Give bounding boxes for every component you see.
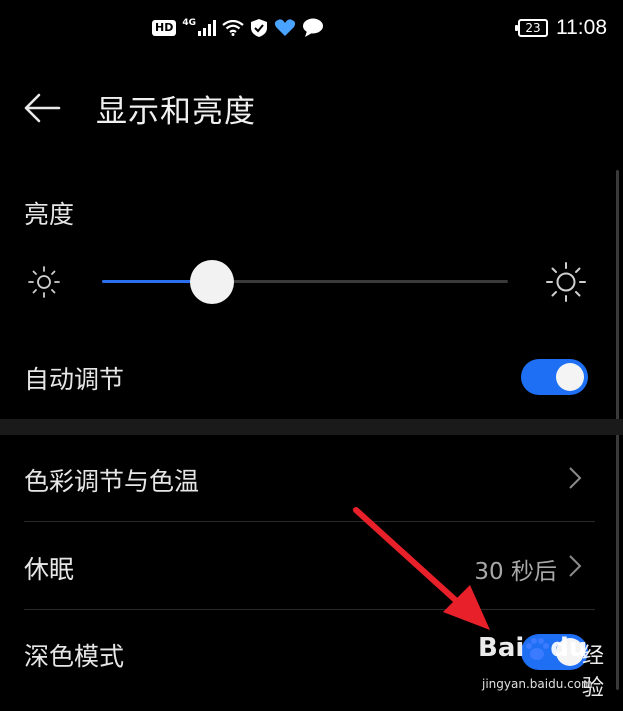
row-divider — [24, 521, 595, 522]
chevron-right-icon — [569, 467, 582, 489]
row-divider — [24, 609, 595, 610]
color-temperature-label[interactable]: 色彩调节与色温 — [24, 462, 199, 498]
signal-icon — [198, 20, 216, 36]
page-title: 显示和亮度 — [96, 94, 256, 130]
auto-brightness-toggle[interactable] — [521, 359, 588, 395]
watermark-url: jingyan.baidu.com — [482, 677, 593, 691]
dark-mode-label: 深色模式 — [24, 642, 125, 671]
back-button[interactable] — [22, 88, 62, 128]
message-icon — [303, 18, 323, 37]
low-brightness-icon — [28, 266, 60, 298]
auto-brightness-label: 自动调节 — [24, 365, 125, 394]
watermark-cn: 经验 — [582, 644, 605, 701]
clock: 11:08 — [556, 16, 607, 39]
sleep-label[interactable]: 休眠 — [24, 550, 74, 586]
network-type: 4G — [182, 18, 196, 28]
chevron-right-icon — [569, 555, 582, 577]
status-bar: HD 4G 23 11:08 — [0, 0, 623, 62]
shield-icon — [251, 19, 267, 37]
brightness-label: 亮度 — [24, 200, 75, 229]
paw-icon — [526, 637, 550, 660]
brightness-slider[interactable] — [102, 280, 508, 283]
status-icons: HD 4G — [152, 18, 324, 38]
baidu-watermark: Bai du 经验 jingyan.baidu.com — [478, 633, 618, 701]
section-divider — [0, 419, 623, 435]
hd-badge: HD — [152, 20, 177, 36]
battery-icon: 23 — [515, 19, 548, 37]
brightness-slider-thumb[interactable] — [189, 260, 234, 304]
sleep-value: 30 秒后 — [474, 559, 557, 585]
wifi-icon — [222, 20, 244, 36]
toggle-knob — [556, 363, 584, 391]
baidu-logo: Bai du — [478, 633, 588, 663]
heart-icon — [274, 19, 296, 36]
battery-level: 23 — [525, 21, 541, 35]
high-brightness-icon — [546, 262, 586, 302]
annotation-arrow — [353, 507, 490, 630]
status-right: 23 11:08 — [515, 16, 607, 40]
back-arrow-icon — [24, 93, 61, 123]
